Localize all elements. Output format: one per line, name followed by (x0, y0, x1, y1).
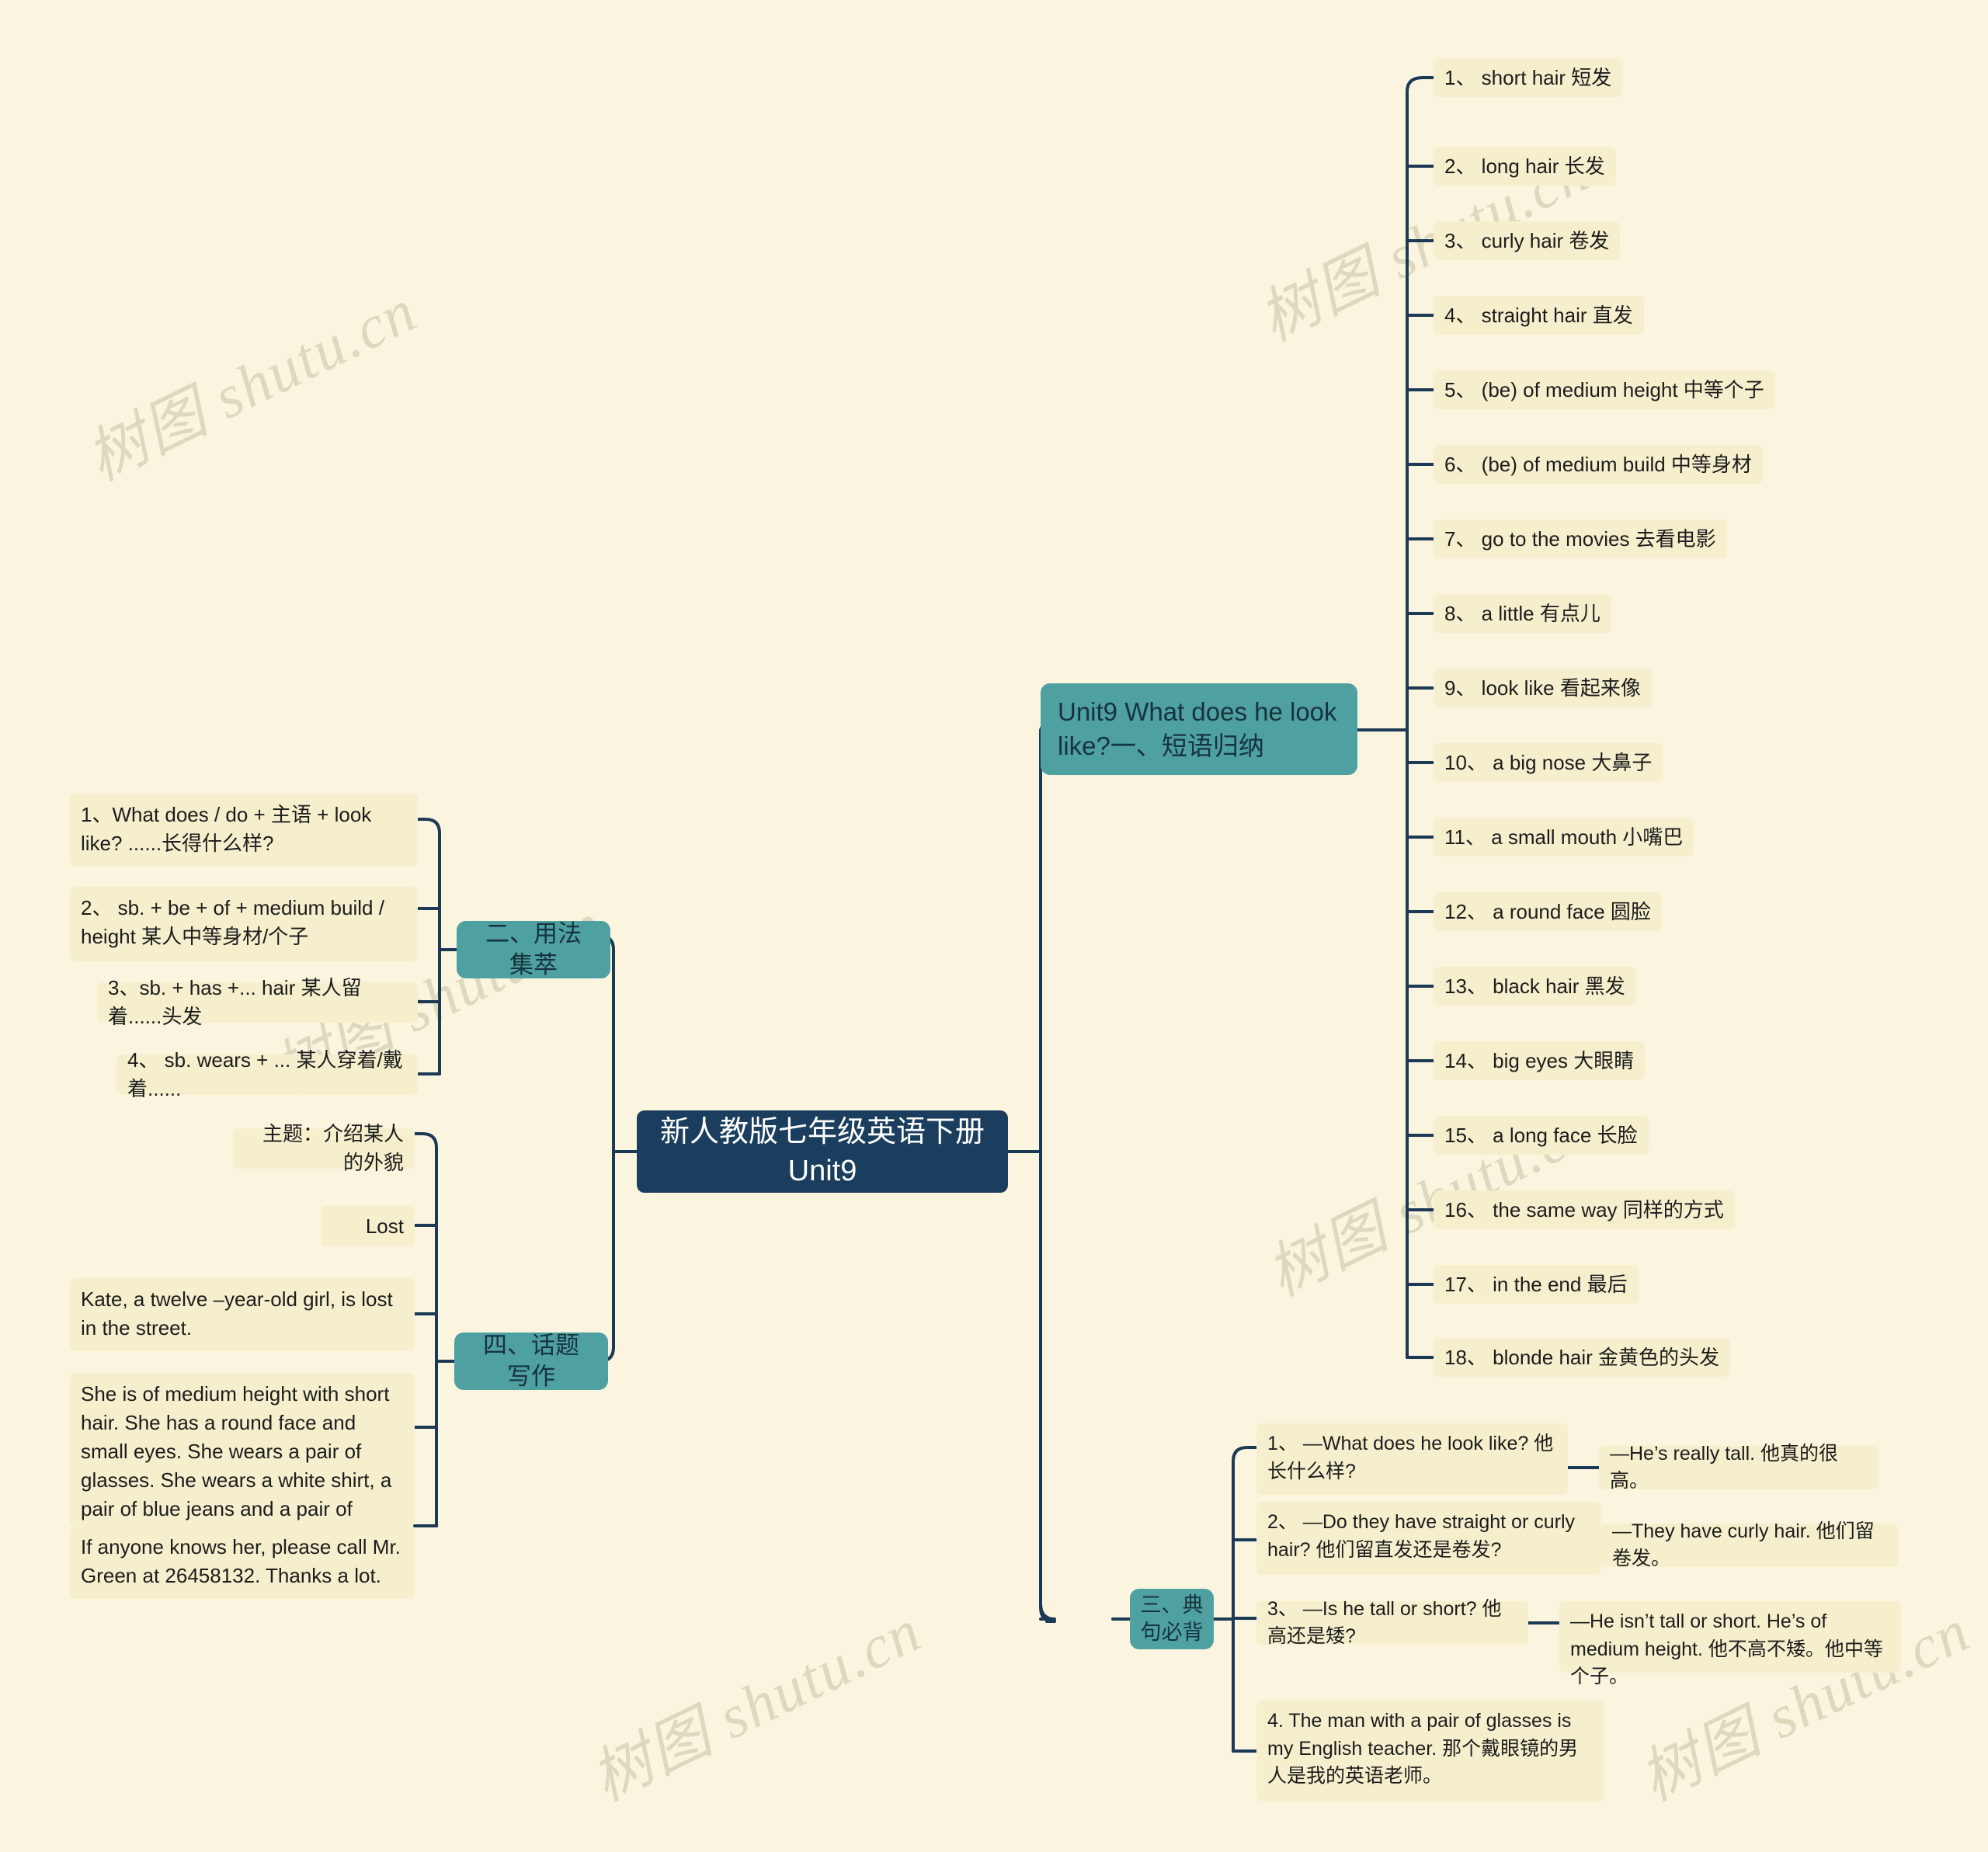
list-item[interactable]: 1、What does / do + 主语 + look like? .....… (70, 794, 418, 867)
branch-sentences[interactable]: 三、典句必背 (1130, 1589, 1214, 1649)
list-item[interactable]: 4、 straight hair 直发 (1434, 296, 1644, 335)
list-item[interactable]: 7、 go to the movies 去看电影 (1434, 519, 1727, 558)
list-item[interactable]: 5、 (be) of medium height 中等个子 (1434, 370, 1775, 409)
list-item[interactable]: 8、 a little 有点儿 (1434, 594, 1611, 633)
list-item[interactable]: 2、 —Do they have straight or curly hair?… (1256, 1502, 1601, 1575)
list-item[interactable]: 1、 short hair 短发 (1434, 58, 1623, 97)
list-item[interactable]: 3、sb. + has +... hair 某人留着......头发 (97, 976, 418, 1028)
list-item[interactable]: 2、 long hair 长发 (1434, 147, 1616, 186)
list-item[interactable]: 12、 a round face 圆脸 (1434, 892, 1662, 931)
list-item[interactable]: 4. The man with a pair of glasses is my … (1256, 1701, 1604, 1802)
list-item[interactable]: 13、 black hair 黑发 (1434, 967, 1636, 1006)
list-item[interactable]: She is of medium height with short hair.… (70, 1373, 415, 1549)
watermark: 树图 shutu.cn (581, 1596, 932, 1814)
branch-phrases[interactable]: Unit9 What does he look like?一、短语归纳 (1041, 683, 1357, 775)
root-node[interactable]: 新人教版七年级英语下册Unit9 (637, 1110, 1008, 1193)
branch-usage[interactable]: 二、用法集萃 (457, 920, 610, 978)
list-item[interactable]: 4、 sb. wears + ... 某人穿着/戴着...... (116, 1048, 418, 1100)
list-item[interactable]: 3、 curly hair 卷发 (1434, 221, 1621, 260)
list-item[interactable]: Lost (321, 1206, 415, 1246)
list-item[interactable]: 2、 sb. + be + of + medium build / height… (70, 887, 418, 961)
branch-writing[interactable]: 四、话题写作 (454, 1332, 608, 1390)
list-item[interactable]: —He’s really tall. 他真的很高。 (1599, 1443, 1879, 1492)
list-item[interactable]: 10、 a big nose 大鼻子 (1434, 743, 1663, 782)
list-item[interactable]: 11、 a small mouth 小嘴巴 (1434, 818, 1694, 857)
watermark: 树图 shutu.cn (76, 276, 427, 494)
list-item[interactable]: —They have curly hair. 他们留卷发。 (1601, 1520, 1898, 1569)
list-item[interactable]: 15、 a long face 长脸 (1434, 1116, 1649, 1155)
list-item[interactable]: —He isn’t tall or short. He’s of medium … (1559, 1601, 1901, 1687)
list-item[interactable]: 14、 big eyes 大眼睛 (1434, 1041, 1646, 1080)
list-item[interactable]: 3、 —Is he tall or short? 他高还是矮? (1256, 1598, 1528, 1647)
list-item[interactable]: 1、 —What does he look like? 他长什么样? (1256, 1423, 1568, 1495)
list-item[interactable]: 16、 the same way 同样的方式 (1434, 1190, 1735, 1229)
list-item[interactable]: 17、 in the end 最后 (1434, 1265, 1639, 1304)
list-item[interactable]: 6、 (be) of medium build 中等身材 (1434, 445, 1763, 484)
list-item[interactable]: 主题：介绍某人的外貌 (233, 1122, 415, 1174)
list-item[interactable]: Kate, a twelve –year-old girl, is lost i… (70, 1278, 415, 1351)
list-item[interactable]: If anyone knows her, please call Mr. Gre… (70, 1526, 415, 1599)
list-item[interactable]: 18、 blonde hair 金黄色的头发 (1434, 1338, 1731, 1377)
mindmap-canvas: 树图 shutu.cn 树图 shutu.cn 树图 shutu.cn 树图 s… (0, 0, 1988, 1852)
list-item[interactable]: 9、 look like 看起来像 (1434, 669, 1652, 707)
